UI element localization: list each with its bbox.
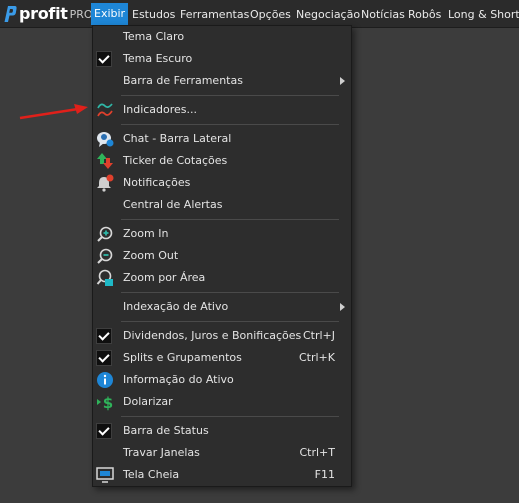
menu-item-dividendos[interactable]: Dividendos, Juros e Bonificações Ctrl+J — [93, 325, 351, 347]
menu-item-ticker-de-cotacoes[interactable]: Ticker de Cotações — [93, 150, 351, 172]
menu-item-splits-e-grupamentos[interactable]: Splits e Grupamentos Ctrl+K — [93, 347, 351, 369]
logo-brand-text: profit — [19, 4, 68, 23]
menu-long-short[interactable]: Long & Short — [445, 4, 519, 25]
menu-item-label: Notificações — [123, 176, 191, 189]
menu-ferramentas[interactable]: Ferramentas — [177, 4, 252, 25]
menu-negociacao[interactable]: Negociação — [293, 4, 363, 25]
zoom-area-icon — [96, 269, 113, 286]
menu-item-shortcut: Ctrl+K — [298, 351, 335, 364]
menu-item-label: Tema Escuro — [123, 52, 193, 65]
menu-separator — [121, 416, 339, 417]
zoom-in-icon — [97, 226, 113, 242]
menu-item-label: Barra de Ferramentas — [123, 74, 243, 87]
menu-item-tela-cheia[interactable]: Tela Cheia F11 — [93, 464, 351, 486]
checkmark-icon — [96, 328, 112, 344]
checkmark-icon — [96, 423, 112, 439]
menu-robos[interactable]: Robôs — [405, 4, 444, 25]
annotation-red-arrow — [19, 104, 88, 120]
menu-item-label: Dividendos, Juros e Bonificações — [123, 329, 302, 342]
menu-item-central-de-alertas[interactable]: Central de Alertas — [93, 194, 351, 216]
menu-item-travar-janelas[interactable]: Travar Janelas Ctrl+T — [93, 442, 351, 464]
profit-logo-icon — [4, 5, 17, 22]
checkmark-icon — [96, 350, 112, 366]
menu-item-label: Informação do Ativo — [123, 373, 234, 386]
info-icon — [97, 372, 113, 388]
menu-item-label: Chat - Barra Lateral — [123, 132, 232, 145]
menu-item-informacao-do-ativo[interactable]: Informação do Ativo — [93, 369, 351, 391]
ticker-arrows-icon — [97, 153, 113, 169]
menu-item-label: Travar Janelas — [123, 446, 200, 459]
menu-noticias[interactable]: Notícias — [358, 4, 408, 25]
menu-exibir[interactable]: Exibir — [91, 3, 129, 25]
menu-bar: profit PRO Exibir Estudos Ferramentas Op… — [0, 0, 519, 28]
dollar-icon: $ — [97, 394, 113, 411]
menu-item-zoom-por-area[interactable]: Zoom por Área — [93, 267, 351, 289]
menu-item-shortcut: Ctrl+J — [302, 329, 335, 342]
checkmark-icon — [96, 51, 112, 67]
menu-item-dolarizar[interactable]: $ Dolarizar — [93, 391, 351, 413]
menu-separator — [121, 292, 339, 293]
menu-item-barra-de-ferramentas[interactable]: Barra de Ferramentas — [93, 70, 351, 92]
menu-item-tema-claro[interactable]: Tema Claro — [93, 26, 351, 48]
menu-item-label: Zoom Out — [123, 249, 179, 262]
menu-item-label: Splits e Grupamentos — [123, 351, 242, 364]
exibir-dropdown-menu: Tema Claro Tema Escuro Barra de Ferramen… — [92, 25, 352, 487]
chat-icon — [97, 132, 114, 147]
menu-item-chat-barra-lateral[interactable]: Chat - Barra Lateral — [93, 128, 351, 150]
menu-item-tema-escuro[interactable]: Tema Escuro — [93, 48, 351, 70]
logo-pro-text: PRO — [69, 8, 93, 21]
menu-item-zoom-in[interactable]: Zoom In — [93, 223, 351, 245]
menu-separator — [121, 219, 339, 220]
menu-item-notificacoes[interactable]: Notificações — [93, 172, 351, 194]
menu-opcoes[interactable]: Opções — [247, 4, 294, 25]
indicators-icon — [97, 103, 113, 117]
menu-separator — [121, 95, 339, 96]
menu-item-label: Dolarizar — [123, 395, 173, 408]
menu-item-indicadores[interactable]: Indicadores... — [93, 99, 351, 121]
zoom-out-icon — [97, 248, 113, 264]
menu-separator — [121, 321, 339, 322]
menu-item-shortcut: Ctrl+T — [299, 446, 335, 459]
menu-item-label: Tela Cheia — [123, 468, 180, 481]
profit-pro-logo: profit PRO — [4, 3, 93, 24]
bell-icon — [97, 174, 114, 192]
menu-item-indexacao-de-ativo[interactable]: Indexação de Ativo — [93, 296, 351, 318]
svg-text:$: $ — [103, 394, 113, 411]
menu-item-label: Tema Claro — [123, 30, 185, 43]
menu-item-zoom-out[interactable]: Zoom Out — [93, 245, 351, 267]
menu-item-label: Ticker de Cotações — [123, 154, 228, 167]
submenu-arrow-icon — [340, 303, 345, 311]
fullscreen-icon — [96, 467, 114, 483]
menu-item-label: Indexação de Ativo — [123, 300, 229, 313]
menu-estudos[interactable]: Estudos — [129, 4, 178, 25]
menu-item-barra-de-status[interactable]: Barra de Status — [93, 420, 351, 442]
submenu-arrow-icon — [340, 77, 345, 85]
menu-item-shortcut: F11 — [314, 468, 335, 481]
menu-item-label: Central de Alertas — [123, 198, 223, 211]
menu-separator — [121, 124, 339, 125]
menu-item-label: Indicadores... — [123, 103, 198, 116]
menu-item-label: Zoom In — [123, 227, 169, 240]
menu-item-label: Zoom por Área — [123, 271, 206, 284]
menu-item-label: Barra de Status — [123, 424, 209, 437]
